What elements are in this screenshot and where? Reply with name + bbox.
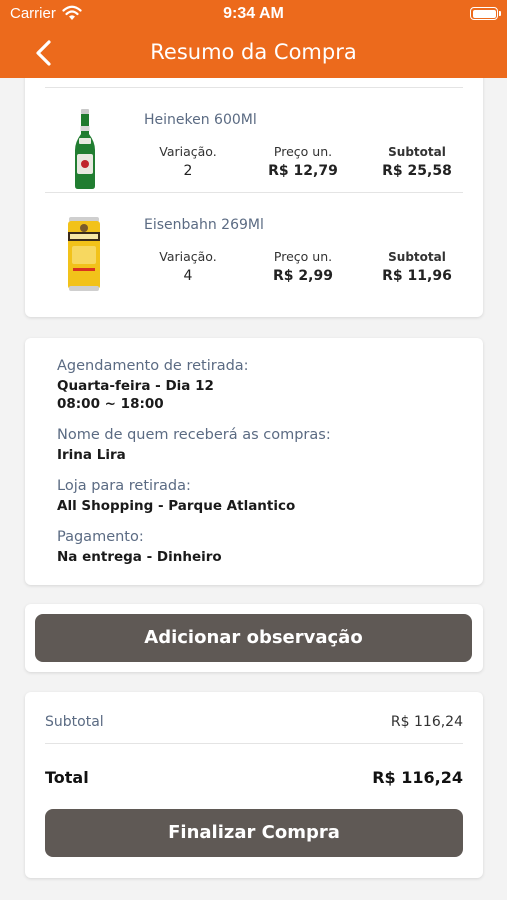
unit-price-label: Preço un. (273, 144, 333, 159)
total-value: R$ 116,24 (372, 768, 463, 787)
order-total-card: Subtotal R$ 116,24 Total R$ 116,24 Final… (25, 692, 483, 878)
unit-price-value: R$ 2,99 (273, 268, 333, 284)
schedule-label: Agendamento de retirada: (57, 358, 249, 374)
page-title: Resumo da Compra (150, 40, 357, 64)
beer-bottle-image (75, 109, 95, 189)
store-label: Loja para retirada: (57, 478, 191, 494)
variation-label: Variação. (159, 144, 217, 159)
payment-label: Pagamento: (57, 529, 144, 545)
battery-icon (470, 7, 498, 20)
subtotal-label: Subtotal (388, 145, 446, 159)
schedule-time: 08:00 ~ 18:00 (57, 396, 164, 412)
schedule-day: Quarta-feira - Dia 12 (57, 378, 214, 394)
status-bar: Carrier 9:34 AM (0, 0, 507, 28)
receiver-label: Nome de quem receberá as compras: (57, 427, 331, 443)
products-card: Heineken 600Ml Variação. 2 Preço un. R$ … (25, 60, 483, 317)
unit-price-value: R$ 12,79 (268, 163, 338, 179)
subtotal-label: Subtotal (388, 250, 446, 264)
divider (45, 192, 463, 193)
divider (45, 87, 463, 88)
total-label: Total (45, 768, 89, 787)
product-name: Heineken 600Ml (144, 112, 257, 128)
variation-value: 4 (183, 268, 193, 284)
variation-label: Variação. (159, 249, 217, 264)
subtotal-value: R$ 25,58 (382, 163, 452, 179)
observation-card: Adicionar observação (25, 604, 483, 672)
subtotal-value: R$ 11,96 (382, 268, 452, 284)
battery-tip (499, 11, 501, 16)
pickup-info-card: Agendamento de retirada: Quarta-feira - … (25, 338, 483, 585)
receiver-name: Irina Lira (57, 447, 126, 463)
subtotal-label: Subtotal (45, 714, 104, 730)
clock: 9:34 AM (223, 5, 284, 22)
product-name: Eisenbahn 269Ml (144, 217, 264, 233)
payment-method: Na entrega - Dinheiro (57, 549, 222, 565)
finish-purchase-button[interactable]: Finalizar Compra (45, 809, 463, 857)
variation-value: 2 (183, 163, 193, 179)
app-header: Carrier 9:34 AM Resumo da Compra (0, 0, 507, 78)
store-name: All Shopping - Parque Atlantico (57, 498, 296, 514)
divider (45, 743, 463, 744)
beer-can-image (68, 217, 100, 291)
unit-price-label: Preço un. (273, 249, 333, 264)
add-observation-button[interactable]: Adicionar observação (35, 614, 472, 662)
subtotal-value: R$ 116,24 (390, 714, 463, 730)
